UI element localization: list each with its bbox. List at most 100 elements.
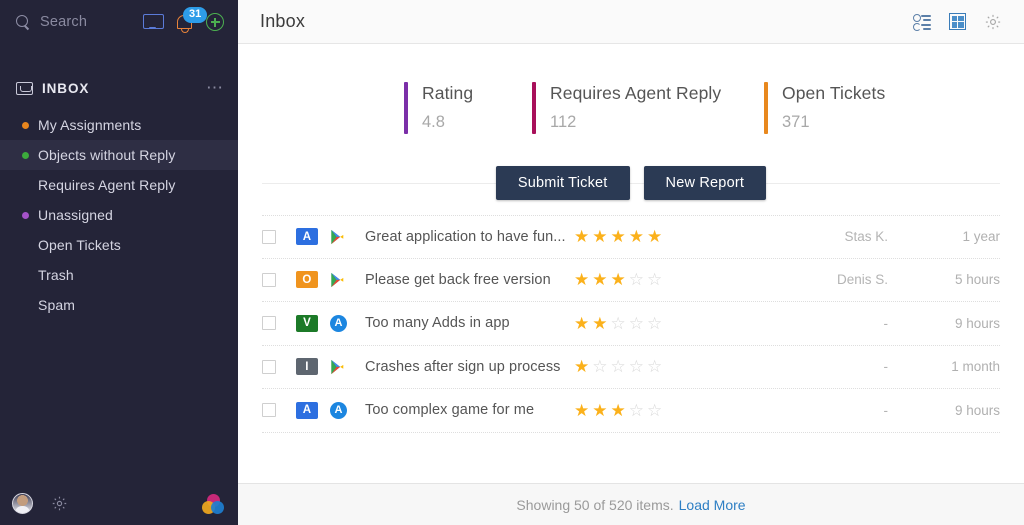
avatar[interactable] xyxy=(12,493,33,514)
sidebar-item-my-assignments[interactable]: My Assignments xyxy=(0,110,238,140)
star-filled: ★ xyxy=(628,227,644,247)
sidebar-item-open-tickets[interactable]: Open Tickets xyxy=(0,230,238,260)
row-checkbox[interactable] xyxy=(262,272,276,287)
gear-icon[interactable] xyxy=(984,13,1002,31)
more-options-icon[interactable]: ⋯ xyxy=(206,79,224,96)
row-checkbox-cell xyxy=(262,272,296,287)
table-row[interactable]: O Please get back free version ★ ★ ★ ☆ ☆… xyxy=(262,259,1000,302)
action-buttons-band: Submit Ticket New Report xyxy=(238,159,1024,207)
row-checkbox[interactable] xyxy=(262,316,276,331)
sidebar-item-trash[interactable]: Trash xyxy=(0,260,238,290)
source-badge-cell: A xyxy=(296,228,330,246)
inbox-icon xyxy=(16,81,33,95)
sidebar-item-requires-agent-reply[interactable]: Requires Agent Reply xyxy=(0,170,238,200)
sidebar-item-label: Unassigned xyxy=(38,207,113,223)
row-author: - xyxy=(883,315,889,331)
star-filled: ★ xyxy=(592,313,608,333)
sidebar-item-unassigned[interactable]: Unassigned xyxy=(0,200,238,230)
row-checkbox[interactable] xyxy=(262,403,276,418)
row-title[interactable]: Crashes after sign up process xyxy=(365,359,574,375)
row-author: Stas K. xyxy=(844,229,888,245)
sidebar-footer xyxy=(0,482,238,525)
row-checkbox[interactable] xyxy=(262,359,276,374)
notification-badge: 31 xyxy=(183,6,208,23)
app-store-icon xyxy=(330,401,347,419)
status-dot xyxy=(22,151,29,159)
row-timestamp: 1 month xyxy=(951,359,1000,375)
main-content: Inbox Rating 4.8 Requires Agent Reply 11… xyxy=(238,0,1024,525)
status-dot xyxy=(22,182,29,189)
star-filled: ★ xyxy=(592,227,608,247)
page-title: Inbox xyxy=(260,11,306,31)
status-dot xyxy=(22,242,29,249)
store-icon-cell xyxy=(330,229,365,245)
row-author: - xyxy=(883,402,889,418)
source-badge: V xyxy=(296,314,318,332)
row-checkbox[interactable] xyxy=(262,229,276,244)
plus-icon[interactable] xyxy=(206,13,224,31)
star-filled: ★ xyxy=(574,227,590,247)
row-author: - xyxy=(883,359,889,375)
star-filled: ★ xyxy=(574,313,590,333)
source-badge-cell: V xyxy=(296,314,330,332)
app-window: Search 31 INBOX ⋯ My Assignments Objects… xyxy=(0,0,1024,525)
stat-value: 112 xyxy=(550,113,577,131)
sidebar-item-label: Open Tickets xyxy=(38,237,121,253)
source-badge-cell: O xyxy=(296,271,330,289)
stat-label: Rating xyxy=(422,83,474,103)
table-row[interactable]: A Too complex game for me ★ ★ ★ ☆ ☆ - 9 … xyxy=(262,389,1000,433)
google-play-icon xyxy=(330,359,345,375)
star-filled: ★ xyxy=(592,400,608,420)
row-title[interactable]: Please get back free version xyxy=(365,272,574,288)
grid-view-icon[interactable] xyxy=(949,13,966,30)
rating-stars: ★ ☆ ☆ ☆ ☆ xyxy=(574,358,764,375)
search-icon xyxy=(16,14,31,30)
sidebar-top-icons: 31 xyxy=(143,6,224,33)
main-header: Inbox xyxy=(238,0,1024,44)
sidebar: Search 31 INBOX ⋯ My Assignments Objects… xyxy=(0,0,238,525)
star-empty: ☆ xyxy=(647,313,663,333)
store-icon-cell xyxy=(330,401,365,419)
stats-area: Rating 4.8 Requires Agent Reply 112 Open… xyxy=(238,44,1024,134)
rating-stars: ★ ★ ☆ ☆ ☆ xyxy=(574,315,764,332)
table-row[interactable]: A Great application to have fun... ★ ★ ★… xyxy=(262,215,1000,259)
row-title[interactable]: Great application to have fun... xyxy=(365,229,574,245)
star-empty: ☆ xyxy=(647,400,663,420)
gear-icon[interactable] xyxy=(51,495,68,512)
star-empty: ☆ xyxy=(647,270,663,290)
status-dot xyxy=(22,121,29,129)
star-empty: ☆ xyxy=(610,313,626,333)
status-dot xyxy=(22,302,29,309)
monitor-icon[interactable] xyxy=(143,13,164,31)
row-checkbox-cell xyxy=(262,229,296,244)
source-badge-cell: I xyxy=(296,358,330,376)
row-timestamp: 9 hours xyxy=(954,402,1000,418)
star-filled: ★ xyxy=(610,227,626,247)
submit-ticket-button[interactable]: Submit Ticket xyxy=(495,166,630,200)
stat-card-open-tickets: Open Tickets 371 xyxy=(764,82,885,134)
stat-card-requires-agent-reply: Requires Agent Reply 112 xyxy=(532,82,764,134)
stats-row: Rating 4.8 Requires Agent Reply 112 Open… xyxy=(238,82,1024,134)
store-icon-cell xyxy=(330,272,365,288)
stat-value: 371 xyxy=(782,113,810,131)
source-badge-cell: A xyxy=(296,401,330,419)
sidebar-item-spam[interactable]: Spam xyxy=(0,290,238,320)
stat-value: 4.8 xyxy=(422,113,445,131)
sidebar-section-inbox[interactable]: INBOX ⋯ xyxy=(0,72,238,104)
table-row[interactable]: V Too many Adds in app ★ ★ ☆ ☆ ☆ - 9 hou… xyxy=(262,302,1000,346)
brand-logo[interactable] xyxy=(202,493,224,514)
row-title[interactable]: Too many Adds in app xyxy=(365,315,574,331)
search-input[interactable]: Search xyxy=(16,14,143,30)
load-more-link[interactable]: Load More xyxy=(679,497,746,513)
sidebar-item-label: My Assignments xyxy=(38,117,142,133)
bell-icon[interactable]: 31 xyxy=(175,6,208,33)
row-title[interactable]: Too complex game for me xyxy=(365,402,574,418)
sidebar-item-objects-without-reply[interactable]: Objects without Reply xyxy=(0,140,238,170)
sidebar-top-bar: Search 31 xyxy=(0,0,238,44)
new-report-button[interactable]: New Report xyxy=(643,166,767,200)
table-row[interactable]: I Crashes after sign up process ★ ☆ ☆ ☆ … xyxy=(262,346,1000,389)
star-filled: ★ xyxy=(610,270,626,290)
footer-status-text: Showing 50 of 520 items. xyxy=(516,496,674,513)
list-filter-icon[interactable] xyxy=(913,13,931,31)
star-filled: ★ xyxy=(574,400,590,420)
